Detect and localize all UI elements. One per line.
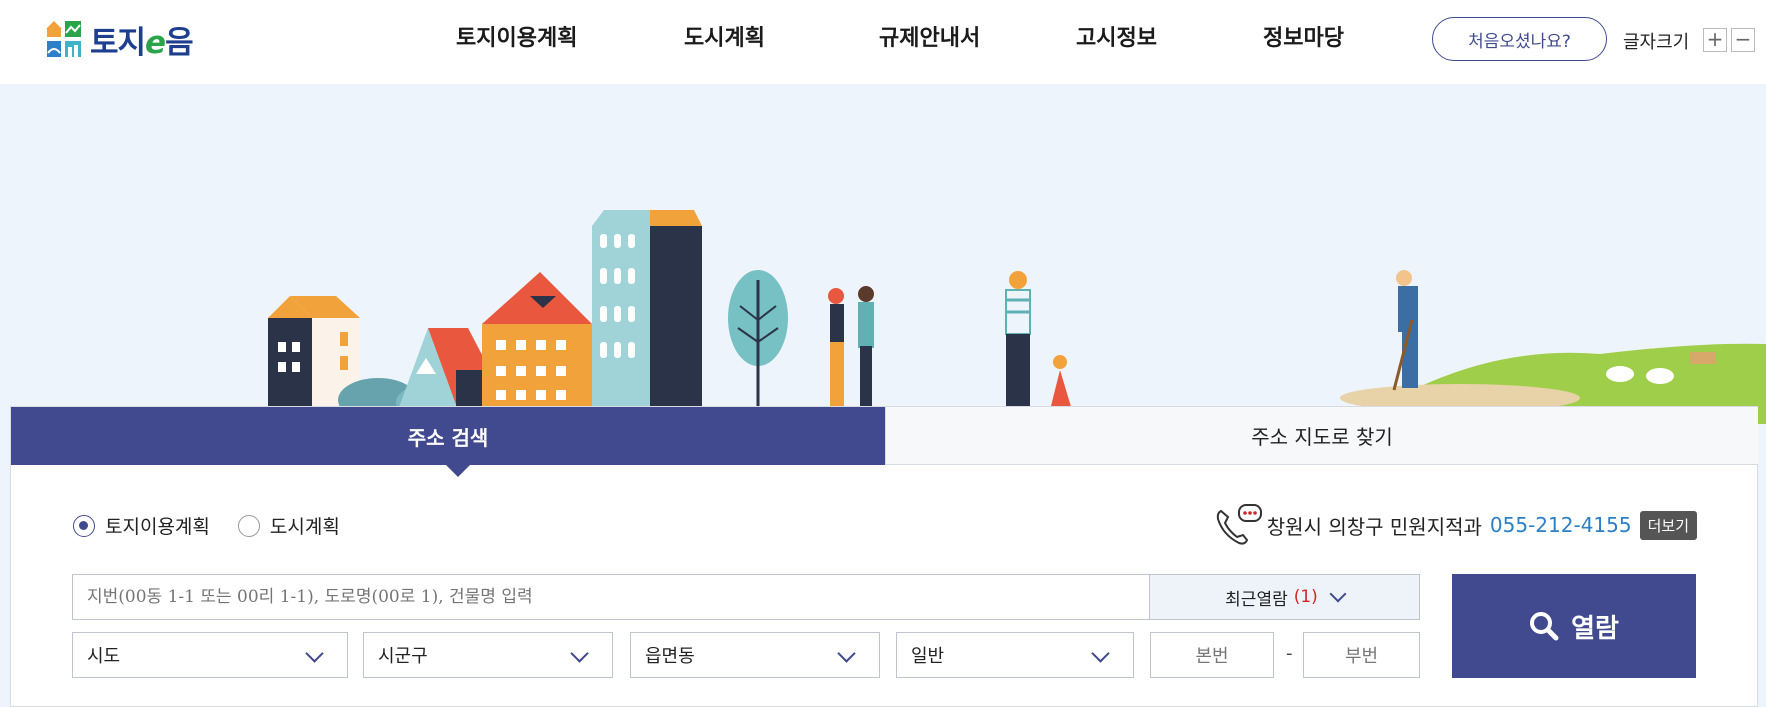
site-logo[interactable]: 토지e음 (44, 17, 234, 61)
civil-contact-info: 창원시 의창구 민원지적과 055-212-4155 더보기 (1213, 503, 1697, 547)
chevron-down-icon (1091, 644, 1110, 663)
select-eupmyeondong-value: 읍면동 (645, 646, 695, 667)
nav-urban-plan[interactable]: 도시계획 (684, 20, 765, 58)
main-number-input[interactable]: 본번 (1150, 632, 1274, 678)
font-size-label: 글자크기 (1623, 32, 1690, 53)
radio-indicator-checked[interactable] (73, 514, 95, 537)
nav-regulation-guide[interactable]: 규제안내서 (879, 20, 980, 58)
radio-urban-plan-label: 도시계획 (269, 516, 340, 538)
select-land-type[interactable]: 일반 (896, 632, 1134, 678)
logo-text-e: e (145, 24, 166, 61)
address-search-panel: 주소 검색 주소 지도로 찾기 토지이용계획 도시계획 창원시 의창구 민원지적… (10, 406, 1758, 707)
view-button-label: 열람 (1571, 613, 1619, 644)
town-illustration (268, 210, 1766, 424)
view-button[interactable]: 열람 (1452, 574, 1696, 678)
first-visit-button[interactable]: 처음오셨나요? (1432, 17, 1607, 61)
select-eupmyeondong[interactable]: 읍면동 (630, 632, 880, 678)
font-size-increase-button[interactable]: + (1703, 28, 1727, 52)
logo-text-prefix: 토지 (90, 24, 146, 61)
select-sido-value: 시도 (87, 646, 121, 667)
radio-land-use-plan-label: 토지이용계획 (105, 516, 210, 538)
select-sido[interactable]: 시도 (72, 632, 348, 678)
radio-indicator-unchecked[interactable] (237, 514, 260, 537)
number-separator: - (1286, 643, 1293, 664)
recent-views-label: 최근열람 (1225, 589, 1288, 610)
phone-chat-icon (1216, 504, 1262, 545)
more-button[interactable]: 더보기 (1639, 510, 1697, 540)
select-land-type-value: 일반 (911, 646, 945, 667)
font-size-decrease-button[interactable]: − (1731, 28, 1755, 52)
plan-type-radio-group: 토지이용계획 도시계획 (73, 512, 368, 539)
contact-phone-number[interactable]: 055-212-4155 (1490, 513, 1632, 537)
logo-wordmark: 토지e음 (90, 17, 194, 62)
select-sigungu-value: 시군구 (378, 646, 428, 667)
site-header: 토지e음 토지이용계획 도시계획 규제안내서 고시정보 정보마당 처음오셨나요?… (0, 0, 1766, 84)
recent-views-count: (1) (1293, 587, 1318, 607)
recent-views-dropdown[interactable]: 최근열람 (1) (1150, 574, 1420, 620)
radio-urban-plan[interactable]: 도시계획 (237, 512, 340, 539)
radio-land-use-plan[interactable]: 토지이용계획 (73, 512, 210, 539)
active-tab-indicator (446, 465, 470, 477)
home-logo-icon (46, 21, 81, 57)
tab-map-search[interactable]: 주소 지도로 찾기 (885, 407, 1758, 465)
nav-info-plaza[interactable]: 정보마당 (1263, 20, 1344, 58)
search-icon (1530, 612, 1559, 641)
chevron-down-icon (1329, 585, 1347, 603)
chevron-down-icon (837, 644, 856, 663)
nav-land-use-plan[interactable]: 토지이용계획 (456, 20, 577, 58)
nav-notice-info[interactable]: 고시정보 (1076, 20, 1157, 58)
contact-department: 창원시 의창구 민원지적과 (1266, 514, 1482, 539)
select-sigungu[interactable]: 시군구 (363, 632, 613, 678)
logo-text-suffix: 음 (165, 24, 194, 61)
sub-number-input[interactable]: 부번 (1303, 632, 1420, 678)
chevron-down-icon (570, 644, 589, 663)
chevron-down-icon (305, 644, 324, 663)
tab-address-search[interactable]: 주소 검색 (11, 407, 885, 465)
address-search-input[interactable] (72, 574, 1150, 620)
